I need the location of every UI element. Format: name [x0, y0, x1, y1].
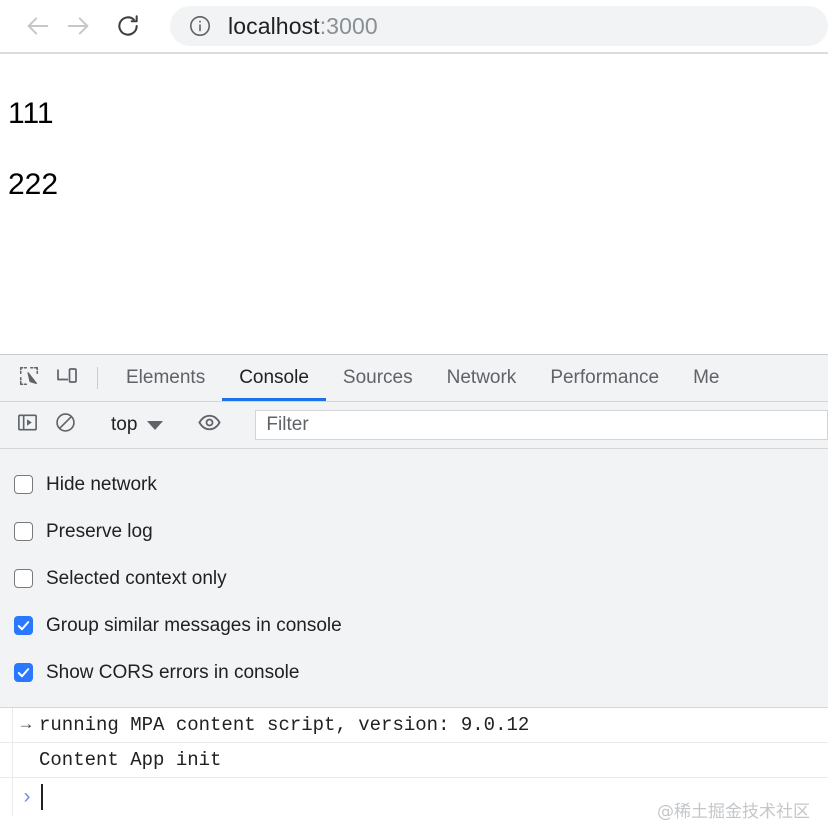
tab-elements[interactable]: Elements — [109, 355, 222, 401]
setting-label: Hide network — [46, 473, 157, 495]
inspect-element-icon — [18, 365, 40, 392]
forward-button[interactable] — [58, 6, 98, 46]
tab-label: Console — [239, 367, 309, 388]
toolbar-divider — [97, 367, 98, 389]
checkbox-unchecked-icon[interactable] — [14, 475, 33, 494]
tab-memory[interactable]: Me — [676, 355, 736, 401]
message-text: Content App init — [39, 749, 222, 771]
console-sidebar-icon — [16, 411, 39, 439]
checkbox-checked-icon[interactable] — [14, 663, 33, 682]
tab-network[interactable]: Network — [430, 355, 534, 401]
tab-sources[interactable]: Sources — [326, 355, 430, 401]
chevron-down-icon — [147, 420, 164, 430]
clear-console-button[interactable] — [46, 411, 84, 439]
arrow-right-icon — [64, 12, 92, 40]
tab-console[interactable]: Console — [222, 355, 326, 401]
arrow-left-icon — [24, 12, 52, 40]
setting-show-cors-errors[interactable]: Show CORS errors in console — [0, 649, 828, 696]
page-paragraph-2: 222 — [8, 168, 59, 201]
reload-button[interactable] — [108, 6, 148, 46]
page-paragraph-1: 111 — [8, 97, 54, 130]
tab-label: Me — [693, 367, 720, 388]
tab-label: Performance — [550, 367, 660, 388]
live-expression-button[interactable] — [190, 410, 228, 440]
message-arrow-icon: → — [20, 715, 32, 735]
console-message-row[interactable]: Content App init — [0, 743, 828, 778]
console-settings-pane: Hide network Preserve log Selected conte… — [0, 449, 828, 708]
devtools-tab-bar: Elements Console Sources Network Perform… — [0, 355, 828, 402]
console-message-list: → running MPA content script, version: 9… — [0, 708, 828, 840]
browser-toolbar: localhost:3000 — [0, 0, 828, 54]
setting-preserve-log[interactable]: Preserve log — [0, 508, 828, 555]
devtools-panel: Elements Console Sources Network Perform… — [0, 354, 828, 840]
setting-label: Show CORS errors in console — [46, 661, 300, 683]
eye-icon — [197, 410, 222, 440]
checkbox-unchecked-icon[interactable] — [14, 522, 33, 541]
url-port: :3000 — [319, 12, 378, 39]
setting-label: Group similar messages in console — [46, 614, 342, 636]
setting-group-similar-messages[interactable]: Group similar messages in console — [0, 602, 828, 649]
console-message-row[interactable]: → running MPA content script, version: 9… — [0, 708, 828, 743]
prompt-gutter — [0, 778, 13, 816]
tab-performance[interactable]: Performance — [533, 355, 676, 401]
watermark: @稀土掘金技术社区 — [657, 802, 810, 822]
filter-placeholder: Filter — [266, 414, 309, 435]
message-text: running MPA content script, version: 9.0… — [39, 714, 530, 736]
tab-label: Network — [446, 367, 517, 388]
device-toolbar-button[interactable] — [48, 355, 86, 401]
setting-selected-context-only[interactable]: Selected context only — [0, 555, 828, 602]
setting-label: Preserve log — [46, 520, 153, 542]
prompt-text-caret[interactable] — [41, 784, 43, 810]
device-toolbar-icon — [55, 364, 79, 393]
message-gutter — [0, 743, 13, 777]
console-filter-input[interactable]: Filter — [255, 410, 828, 440]
checkbox-unchecked-icon[interactable] — [14, 569, 33, 588]
execution-context-selector[interactable]: top — [107, 414, 167, 436]
execution-context-value: top — [111, 414, 138, 435]
tab-label: Elements — [126, 367, 206, 388]
back-button[interactable] — [18, 6, 58, 46]
console-toolbar: top Filter — [0, 402, 828, 449]
inspect-element-button[interactable] — [10, 355, 48, 401]
checkbox-checked-icon[interactable] — [14, 616, 33, 635]
address-bar-url: localhost:3000 — [228, 13, 378, 40]
setting-hide-network[interactable]: Hide network — [0, 461, 828, 508]
prompt-chevron-icon: › — [23, 785, 31, 808]
address-bar[interactable]: localhost:3000 — [170, 6, 828, 46]
url-host: localhost — [228, 12, 320, 39]
console-sidebar-toggle-button[interactable] — [8, 411, 46, 439]
message-gutter — [0, 708, 13, 742]
page-viewport: 111 222 — [0, 54, 828, 354]
reload-icon — [115, 13, 141, 39]
clear-console-icon — [54, 411, 77, 439]
info-circle-icon[interactable] — [188, 14, 212, 38]
setting-label: Selected context only — [46, 567, 227, 589]
tab-label: Sources — [342, 367, 413, 388]
